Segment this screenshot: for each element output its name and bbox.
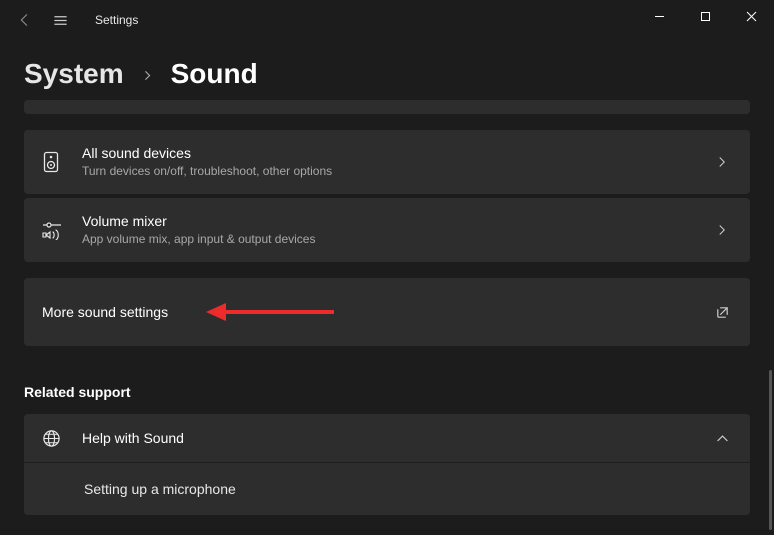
app-title: Settings — [95, 13, 138, 27]
help-subitem-microphone[interactable]: Setting up a microphone — [24, 462, 750, 515]
more-sound-settings-card[interactable]: More sound settings — [24, 278, 750, 346]
breadcrumb: System Sound — [0, 40, 774, 100]
card-subtitle: Turn devices on/off, troubleshoot, other… — [82, 162, 712, 180]
globe-icon — [42, 429, 70, 448]
back-button[interactable] — [13, 9, 35, 31]
all-sound-devices-card[interactable]: All sound devices Turn devices on/off, t… — [24, 130, 750, 194]
chevron-up-icon — [712, 428, 732, 448]
card-title: Help with Sound — [82, 429, 712, 447]
related-support-heading: Related support — [24, 384, 750, 400]
volume-mixer-card[interactable]: Volume mixer App volume mix, app input &… — [24, 198, 750, 262]
chevron-right-icon — [142, 65, 153, 86]
chevron-right-icon — [712, 152, 732, 172]
breadcrumb-parent[interactable]: System — [24, 58, 124, 90]
page-title: Sound — [171, 58, 258, 90]
minimize-button[interactable] — [636, 0, 682, 32]
card-title: More sound settings — [42, 303, 712, 321]
speaker-icon — [42, 151, 70, 173]
card-title: All sound devices — [82, 144, 712, 162]
menu-icon[interactable] — [49, 9, 71, 31]
card-subtitle: App volume mix, app input & output devic… — [82, 230, 712, 248]
partial-card[interactable] — [24, 100, 750, 114]
maximize-button[interactable] — [682, 0, 728, 32]
scrollbar-thumb[interactable] — [769, 370, 772, 530]
help-with-sound-card[interactable]: Help with Sound — [24, 414, 750, 462]
chevron-right-icon — [712, 220, 732, 240]
mixer-icon — [42, 220, 70, 240]
open-external-icon — [712, 302, 732, 322]
close-button[interactable] — [728, 0, 774, 32]
card-title: Volume mixer — [82, 212, 712, 230]
